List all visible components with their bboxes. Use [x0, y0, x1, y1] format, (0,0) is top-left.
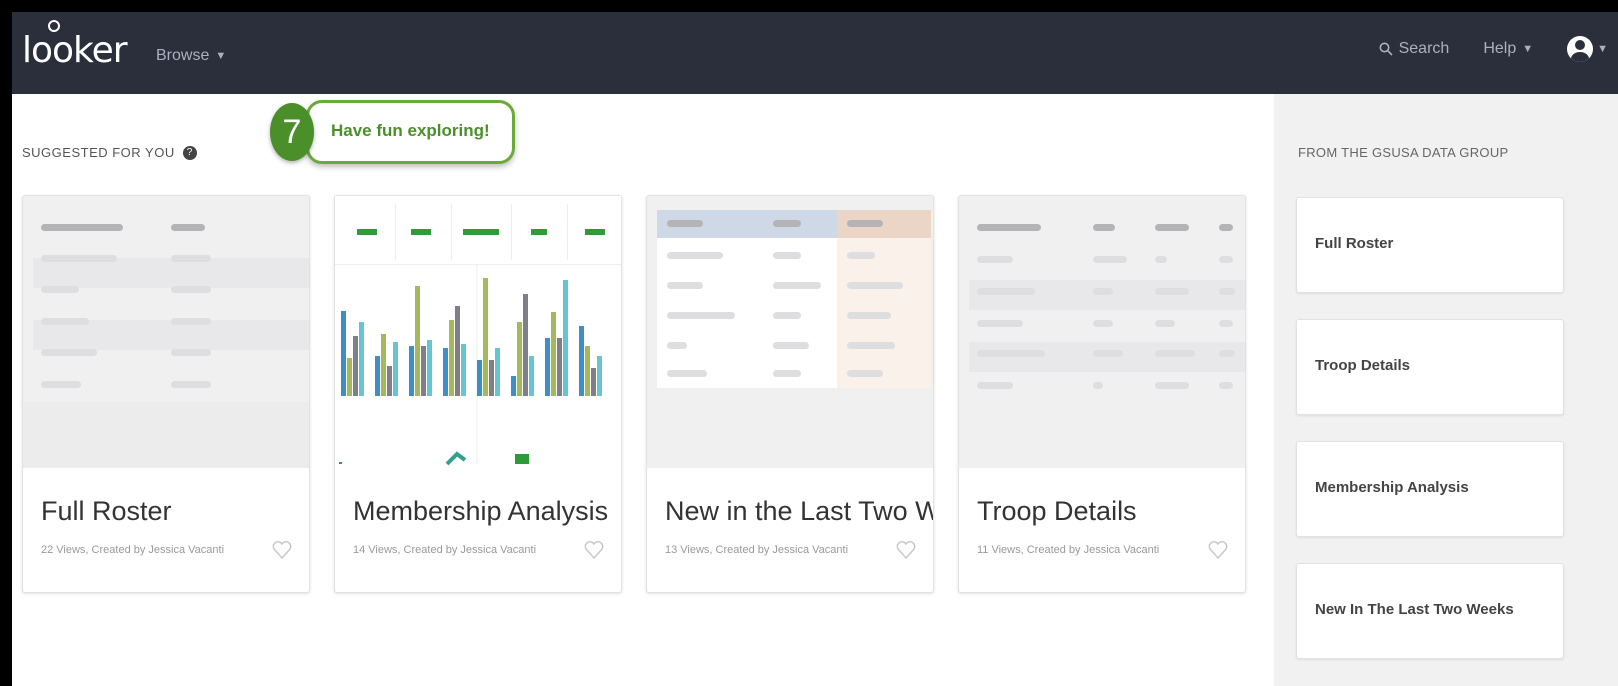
top-nav: looker Browse ▼ Search Help ▼ ▼ — [12, 12, 1618, 94]
callout-text: Have fun exploring! — [306, 100, 515, 164]
dashboard-card-new-last-two-weeks[interactable]: New in the Last Two W... 13 Views, Creat… — [646, 195, 934, 593]
thumbnail-bar — [483, 278, 488, 396]
thumbnail-bar — [557, 338, 562, 396]
thumbnail-bar — [523, 294, 528, 396]
thumbnail-bar — [495, 348, 500, 396]
thumbnail-bar — [477, 360, 482, 396]
thumbnail-bar — [579, 326, 584, 396]
thumbnail-bar — [455, 306, 460, 396]
step-number-badge: 7 — [270, 103, 314, 161]
card-meta: 14 Views, Created by Jessica Vacanti — [353, 544, 537, 556]
sidebar-item-full-roster[interactable]: Full Roster — [1296, 197, 1564, 293]
card-thumbnail — [959, 196, 1245, 468]
thumbnail-bar — [545, 338, 550, 396]
thumbnail-bar — [585, 346, 590, 396]
bar-chart-thumbnail — [339, 264, 602, 466]
thumbnail-bar — [341, 311, 346, 396]
card-meta: 22 Views, Created by Jessica Vacanti — [41, 544, 225, 556]
thumbnail-bar — [449, 320, 454, 396]
thumbnail-bar — [461, 344, 466, 396]
sidebar-item-label: Troop Details — [1315, 357, 1411, 374]
heart-icon[interactable] — [271, 539, 293, 561]
thumbnail-bar — [517, 322, 522, 396]
logo-mark-icon — [48, 20, 60, 32]
thumbnail-bar — [511, 376, 516, 396]
sidebar-heading: FROM THE GSUSA DATA GROUP — [1298, 145, 1509, 160]
card-meta: 13 Views, Created by Jessica Vacanti — [665, 544, 849, 556]
help-menu[interactable]: Help ▼ — [1483, 40, 1533, 58]
thumbnail-bar — [489, 360, 494, 396]
chevron-down-icon: ▼ — [1522, 43, 1534, 55]
card-thumbnail — [647, 196, 933, 468]
tour-callout: 7 Have fun exploring! — [270, 100, 515, 164]
thumbnail-bar — [427, 340, 432, 396]
sidebar-item-membership-analysis[interactable]: Membership Analysis — [1296, 441, 1564, 537]
card-title: Troop Details — [977, 496, 1137, 526]
chevron-down-icon: ▼ — [215, 50, 227, 62]
thumbnail-bar — [529, 356, 534, 396]
looker-logo[interactable]: looker — [22, 30, 128, 71]
user-menu[interactable]: ▼ — [1567, 36, 1608, 62]
heart-icon[interactable] — [583, 539, 605, 561]
thumbnail-bar — [393, 342, 398, 396]
card-title: New in the Last Two W... — [665, 496, 934, 526]
help-label: Help — [1483, 40, 1517, 57]
sidebar-item-troop-details[interactable]: Troop Details — [1296, 319, 1564, 415]
thumbnail-bar — [443, 348, 448, 396]
sidebar-item-label: New In The Last Two Weeks — [1315, 601, 1514, 618]
dashboard-card-troop-details[interactable]: Troop Details 11 Views, Created by Jessi… — [958, 195, 1246, 593]
suggested-heading: SUGGESTED FOR YOU ? — [22, 145, 197, 160]
thumbnail-bar — [597, 356, 602, 396]
group-sidebar: FROM THE GSUSA DATA GROUP Full Roster Tr… — [1274, 94, 1618, 686]
sidebar-item-label: Membership Analysis — [1315, 479, 1469, 496]
logo-text: looker — [22, 30, 128, 71]
thumbnail-bar — [551, 312, 556, 396]
thumbnail-bar — [421, 346, 426, 396]
chevron-down-icon: ▼ — [1597, 43, 1608, 55]
dashboard-card-membership-analysis[interactable]: Membership Analysis 14 Views, Created by… — [334, 195, 622, 593]
section-label: SUGGESTED FOR YOU — [22, 145, 175, 160]
thumbnail-bar — [347, 358, 352, 396]
search-icon — [1379, 42, 1393, 56]
card-meta: 11 Views, Created by Jessica Vacanti — [977, 544, 1160, 556]
heart-icon[interactable] — [1207, 539, 1229, 561]
thumbnail-bar — [409, 346, 414, 396]
search-button[interactable]: Search — [1379, 40, 1450, 58]
sidebar-item-new-last-two-weeks[interactable]: New In The Last Two Weeks — [1296, 563, 1564, 659]
nav-right: Search Help ▼ ▼ — [1379, 36, 1608, 62]
thumbnail-bar — [591, 368, 596, 396]
dashboard-card-full-roster[interactable]: Full Roster 22 Views, Created by Jessica… — [22, 195, 310, 593]
user-avatar-icon — [1567, 36, 1594, 62]
thumbnail-bar — [353, 336, 358, 396]
card-thumbnail — [335, 196, 621, 468]
thumbnail-bar — [415, 286, 420, 396]
app-window: looker Browse ▼ Search Help ▼ ▼ SUGGESTE… — [12, 12, 1618, 686]
card-thumbnail — [23, 196, 309, 468]
thumbnail-bar — [387, 366, 392, 396]
sidebar-item-label: Full Roster — [1315, 235, 1394, 252]
card-title: Full Roster — [41, 496, 172, 526]
thumbnail-bar — [375, 356, 380, 396]
browse-menu[interactable]: Browse ▼ — [156, 47, 226, 65]
heart-icon[interactable] — [895, 539, 917, 561]
thumbnail-bar — [381, 334, 386, 396]
help-icon[interactable]: ? — [182, 145, 197, 160]
browse-label: Browse — [156, 47, 210, 64]
search-label: Search — [1398, 40, 1450, 57]
card-title: Membership Analysis — [353, 496, 609, 526]
thumbnail-bar — [359, 322, 364, 396]
thumbnail-bar — [563, 280, 568, 396]
